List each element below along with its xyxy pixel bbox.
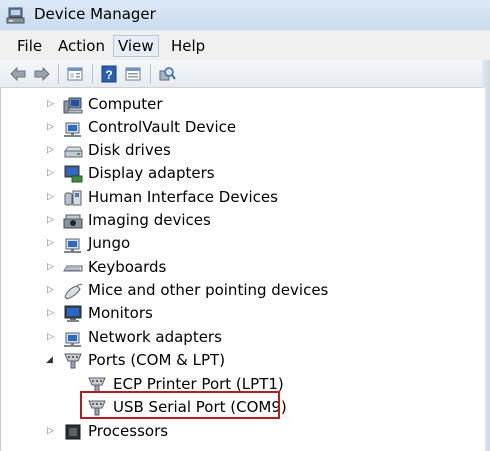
properties-icon[interactable] — [66, 65, 84, 83]
network-adapter-icon — [64, 332, 81, 347]
menu-help[interactable]: Help — [167, 35, 209, 57]
jungo-icon — [64, 238, 81, 253]
expand-arrow-icon[interactable]: ▷ — [47, 238, 55, 248]
toolbar-separator — [150, 64, 151, 84]
toolbar: ? — [0, 60, 490, 88]
tree-item-label: Human Interface Devices — [88, 188, 278, 206]
tree-item-jungo[interactable]: ▷ Jungo — [1, 233, 471, 255]
expand-arrow-icon[interactable]: ▷ — [47, 99, 55, 109]
expand-arrow-icon[interactable]: ▷ — [47, 426, 55, 436]
tree-item-label: Computer — [88, 95, 163, 113]
tree-item-keyboards[interactable]: ▷ Keyboards — [1, 257, 471, 279]
tree-item-computer[interactable]: ▷ Computer — [1, 94, 471, 116]
monitor-icon — [64, 305, 82, 322]
tree-item-label: Mice and other pointing devices — [88, 281, 329, 299]
menu-bar: File Action View Help — [0, 30, 490, 60]
window-title: Device Manager — [34, 5, 156, 23]
tree-item-label: Jungo — [88, 234, 131, 252]
controlvault-icon — [64, 122, 81, 137]
tree-item-label: ControlVault Device — [88, 118, 237, 136]
tree-item-monitors[interactable]: ▷ Monitors — [1, 303, 471, 325]
toolbar-separator — [58, 64, 59, 84]
back-arrow-icon[interactable] — [9, 65, 27, 83]
port-icon — [64, 353, 82, 369]
menu-action[interactable]: Action — [54, 35, 109, 57]
display-adapter-icon — [64, 165, 83, 183]
tree-item-ports[interactable]: ◢ Ports (COM & LPT) — [1, 350, 471, 372]
tree-item-label: Display adapters — [88, 164, 215, 182]
forward-arrow-icon[interactable] — [33, 65, 51, 83]
tree-item-display-adapters[interactable]: ▷ Display adapters — [1, 163, 471, 185]
toolbar-separator — [92, 64, 93, 84]
collapse-arrow-icon[interactable]: ◢ — [46, 355, 54, 365]
tree-item-disk-drives[interactable]: ▷ Disk drives — [1, 140, 471, 162]
tree-item-label: Disk drives — [88, 141, 171, 159]
help-icon[interactable]: ? — [100, 65, 118, 83]
processor-icon — [65, 424, 81, 440]
mouse-icon — [64, 283, 83, 300]
scan-hardware-icon[interactable] — [158, 65, 176, 83]
title-bar: Device Manager — [0, 0, 490, 30]
update-driver-icon[interactable] — [124, 65, 142, 83]
tree-item-label: Imaging devices — [88, 211, 211, 229]
expand-arrow-icon[interactable]: ▷ — [47, 308, 55, 318]
expand-arrow-icon[interactable]: ▷ — [47, 215, 55, 225]
tree-item-network-adapters[interactable]: ▷ Network adapters — [1, 327, 471, 349]
tree-item-controlvault[interactable]: ▷ ControlVault Device — [1, 117, 471, 139]
hid-icon — [64, 190, 82, 206]
computer-icon — [63, 97, 83, 114]
device-manager-icon — [6, 7, 25, 24]
tree-item-label: Monitors — [88, 304, 153, 322]
svg-text:?: ? — [105, 68, 112, 82]
expand-arrow-icon[interactable]: ▷ — [47, 332, 55, 342]
tree-item-label: Network adapters — [88, 328, 222, 346]
menu-view[interactable]: View — [113, 35, 159, 57]
tree-item-processors[interactable]: ▷ Processors — [1, 421, 471, 443]
menu-file[interactable]: File — [13, 35, 46, 57]
tree-item-hid[interactable]: ▷ Human Interface Devices — [1, 187, 471, 209]
tree-item-mice[interactable]: ▷ Mice and other pointing devices — [1, 280, 471, 302]
expand-arrow-icon[interactable]: ▷ — [47, 145, 55, 155]
disk-drive-icon — [64, 146, 83, 158]
tree-item-label: Ports (COM & LPT) — [88, 351, 226, 369]
tree-item-label: Keyboards — [88, 258, 167, 276]
expand-arrow-icon[interactable]: ▷ — [47, 168, 55, 178]
highlight-annotation — [80, 391, 280, 419]
imaging-icon — [63, 214, 83, 229]
tree-item-label: Processors — [88, 422, 169, 440]
tree-item-imaging-devices[interactable]: ▷ Imaging devices — [1, 210, 471, 232]
expand-arrow-icon[interactable]: ▷ — [47, 192, 55, 202]
expand-arrow-icon[interactable]: ▷ — [47, 262, 55, 272]
expand-arrow-icon[interactable]: ▷ — [47, 285, 55, 295]
expand-arrow-icon[interactable]: ▷ — [47, 122, 55, 132]
keyboard-icon — [63, 265, 83, 272]
